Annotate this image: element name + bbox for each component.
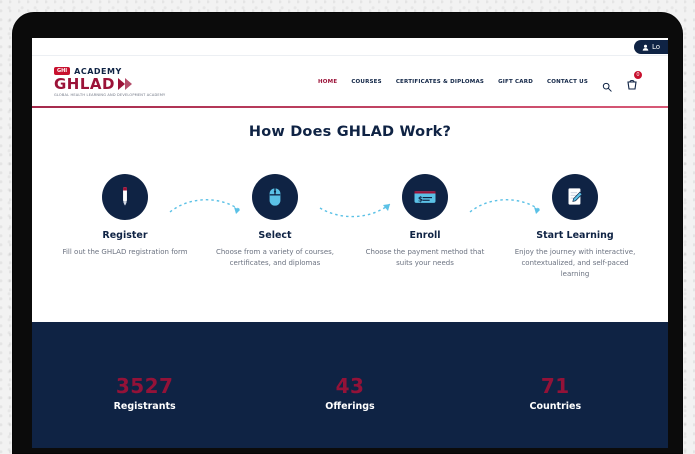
stat-label: Countries [529, 400, 582, 412]
cart-count-badge: 0 [634, 71, 642, 79]
how-it-works-section: How Does GHLAD Work? Register Fill out t… [32, 108, 668, 322]
main-nav: HOME COURSES CERTIFICATES & DIPLOMAS GIF… [318, 71, 642, 92]
brand-logo[interactable]: GHI ACADEMY GHLAD GLOBAL HEALTH LEARNING… [54, 67, 165, 98]
stats-band: 3527 Registrants 43 Offerings 71 Countri… [32, 322, 668, 448]
user-icon [642, 44, 649, 51]
step-title: Select [258, 230, 292, 241]
step-icon-circle [252, 174, 298, 220]
cart-icon [627, 79, 637, 90]
logo-badge: GHI [54, 67, 71, 75]
step-start-learning: Start Learning Enjoy the journey with in… [502, 174, 648, 280]
step-title: Start Learning [536, 230, 614, 241]
document-pen-icon [568, 188, 583, 205]
device-bezel: Lo GHI ACADEMY GHLAD GLOBAL HEALTH LEARN… [12, 12, 683, 454]
login-button[interactable]: Lo [634, 40, 668, 54]
step-description: Fill out the GHLAD registration form [62, 248, 188, 256]
logo-tagline: GLOBAL HEALTH LEARNING AND DEVELOPMENT A… [54, 92, 166, 97]
top-strip: Lo [32, 38, 668, 56]
pencil-icon [123, 187, 127, 207]
stat-registrants: 3527 Registrants [55, 375, 235, 412]
site-header: GHI ACADEMY GHLAD GLOBAL HEALTH LEARNING… [32, 56, 668, 108]
nav-item-courses[interactable]: COURSES [351, 79, 382, 85]
stat-offerings: 43 Offerings [260, 375, 440, 412]
step-description: Enjoy the journey with interactive, cont… [514, 248, 636, 278]
browser-screen: Lo GHI ACADEMY GHLAD GLOBAL HEALTH LEARN… [32, 38, 668, 448]
stat-value: 71 [540, 373, 570, 398]
search-icon[interactable] [602, 77, 612, 92]
stat-value: 3527 [115, 373, 174, 398]
nav-item-home[interactable]: HOME [318, 79, 337, 85]
stat-label: Registrants [113, 400, 176, 412]
login-label: Lo [652, 43, 661, 51]
step-description: Choose the payment method that suits you… [365, 248, 485, 267]
logo-arrow-icon-2 [124, 78, 132, 90]
steps-row: Register Fill out the GHLAD registration… [52, 174, 648, 314]
nav-item-contact[interactable]: CONTACT US [547, 79, 588, 85]
stat-value: 43 [335, 373, 365, 398]
step-title: Register [102, 230, 148, 241]
nav-item-gift-card[interactable]: GIFT CARD [498, 79, 533, 85]
section-title: How Does GHLAD Work? [248, 124, 452, 140]
logo-wordmark: GHLAD [54, 74, 165, 93]
step-icon-circle [102, 174, 148, 220]
svg-text:$: $ [418, 196, 423, 204]
logo-name: GHLAD [54, 74, 115, 93]
mouse-icon [269, 188, 281, 206]
cart-button[interactable]: 0 [626, 71, 642, 90]
step-title: Enroll [409, 230, 441, 241]
stat-label: Offerings [325, 400, 375, 412]
logo-arrow-icon [117, 78, 125, 90]
step-description: Choose from a variety of courses, certif… [215, 248, 334, 267]
step-icon-circle: $ [402, 174, 448, 220]
stat-countries: 71 Countries [465, 375, 645, 412]
check-payment-icon: $ [414, 191, 436, 204]
step-icon-circle [552, 174, 598, 220]
nav-item-certificates[interactable]: CERTIFICATES & DIPLOMAS [396, 79, 484, 85]
